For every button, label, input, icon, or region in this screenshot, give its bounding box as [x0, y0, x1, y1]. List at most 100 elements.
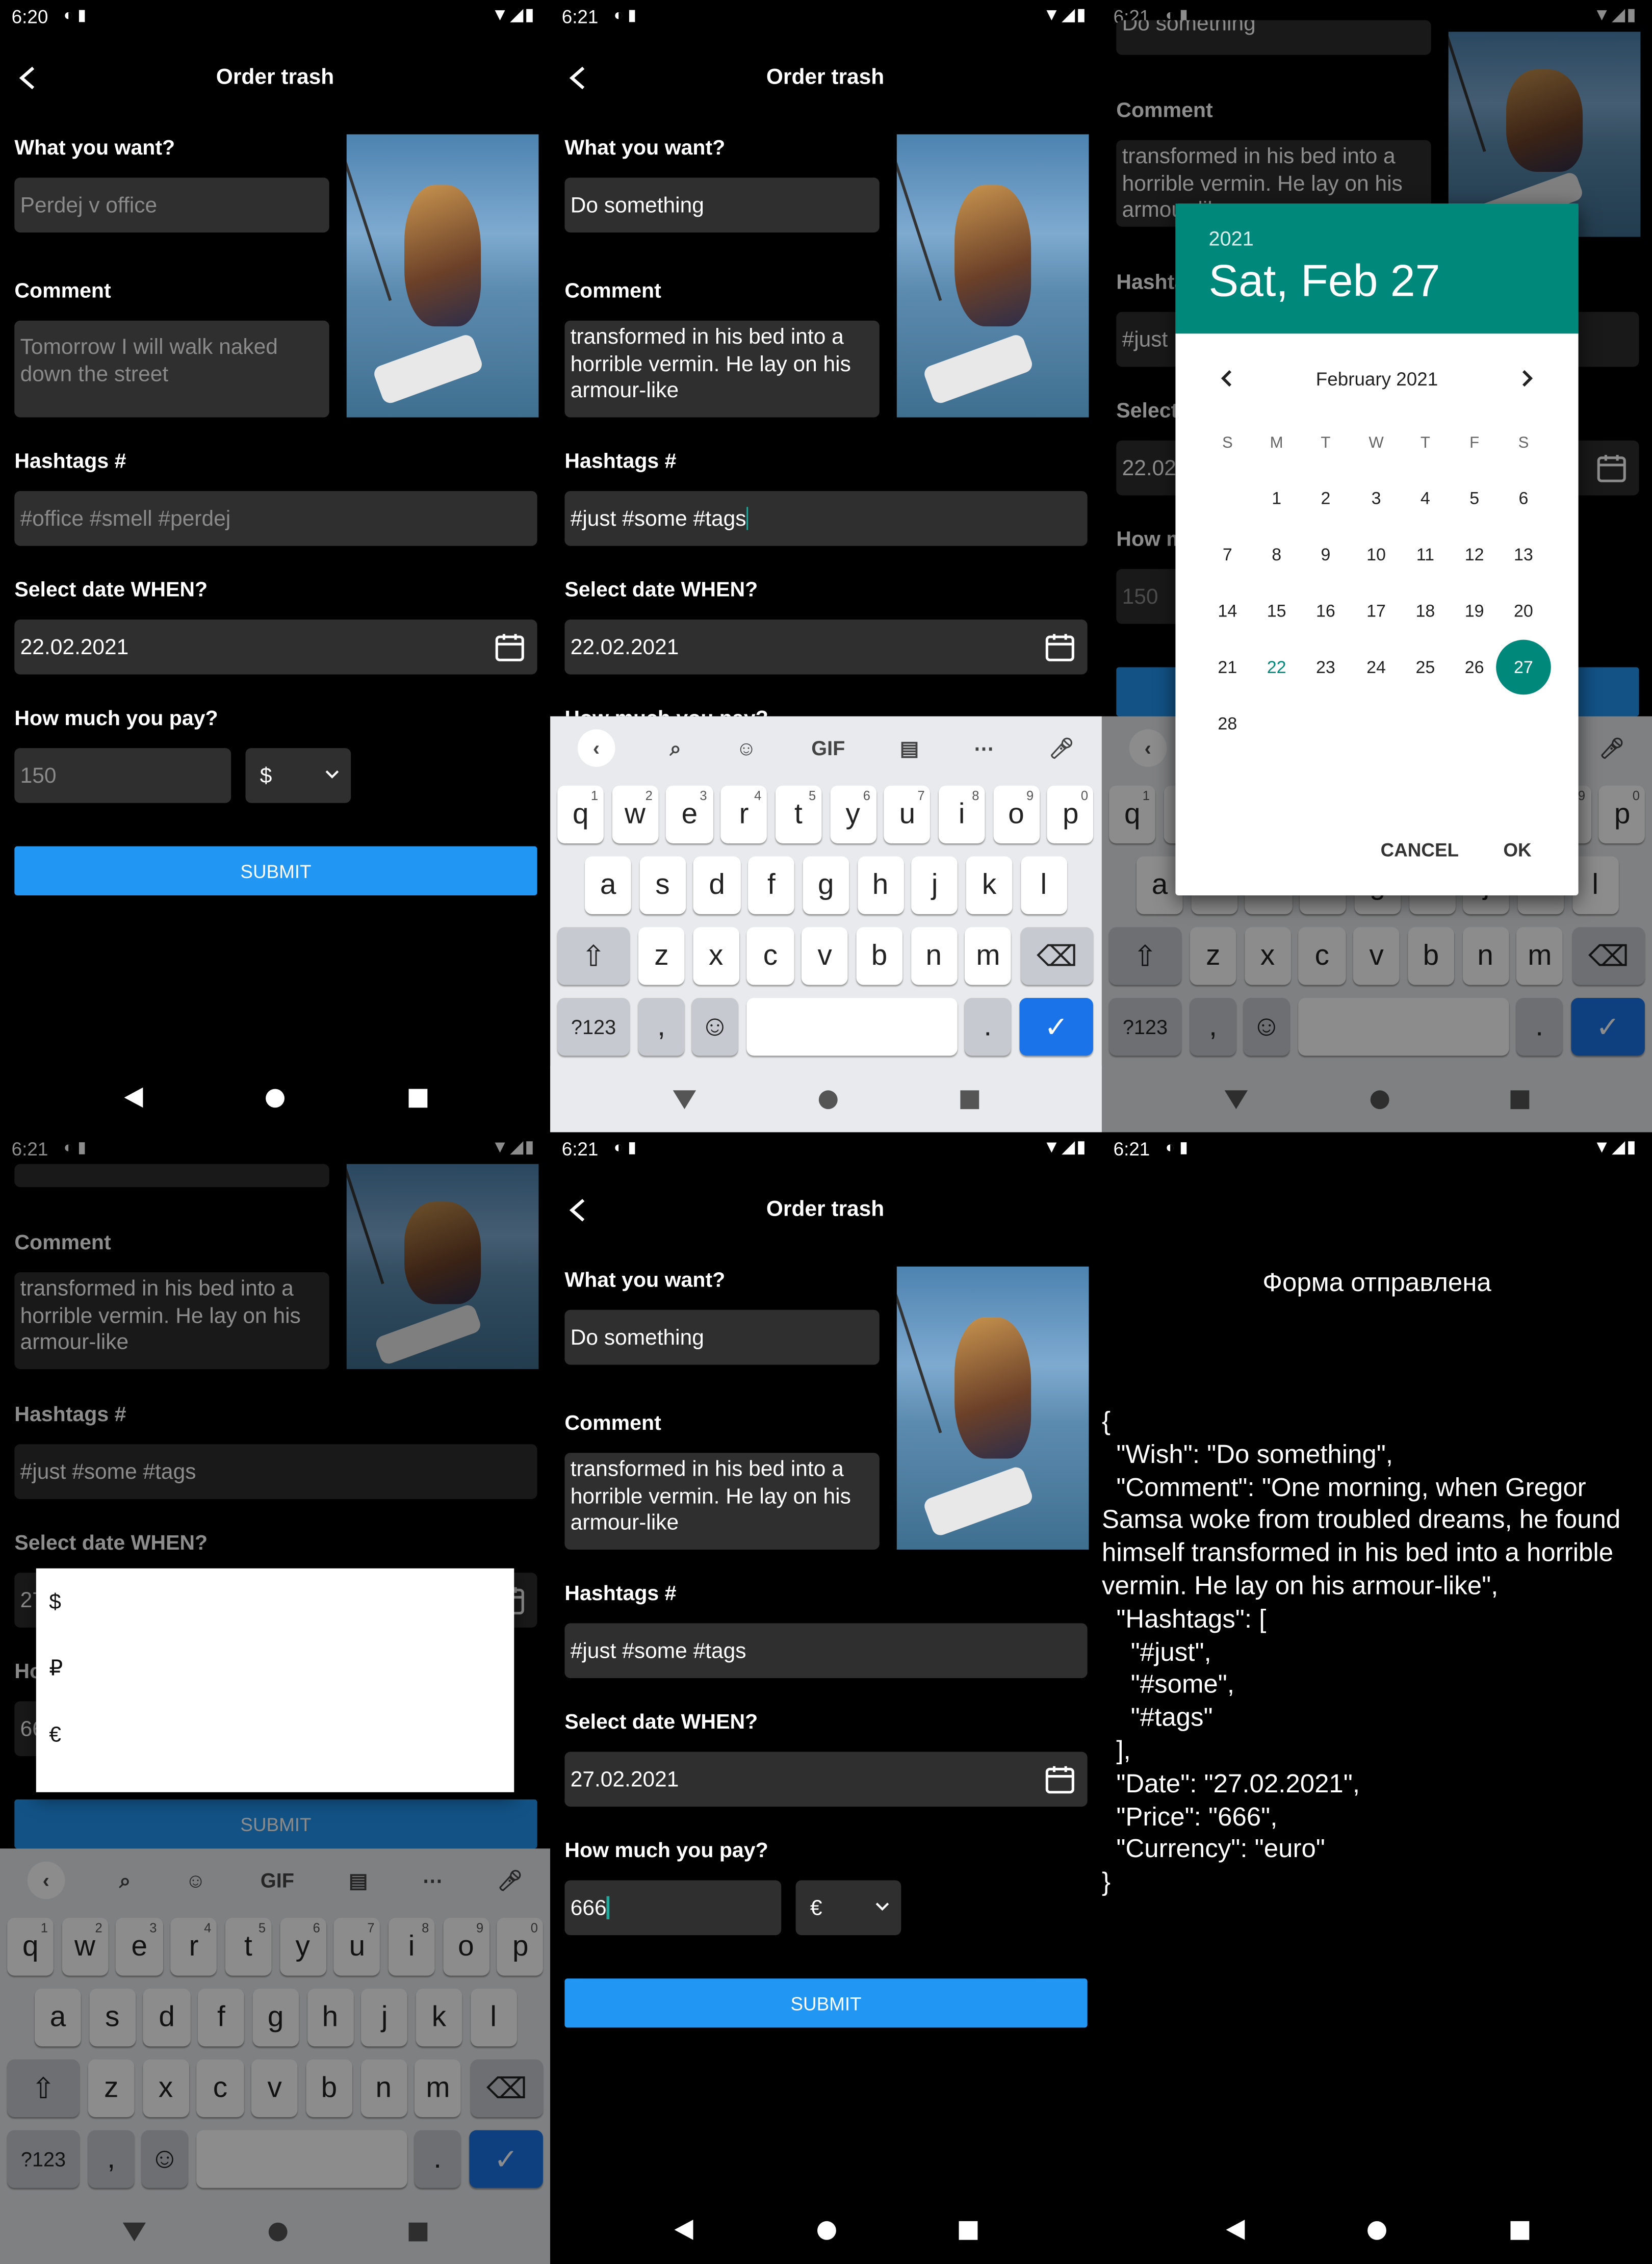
period-key[interactable]: . [964, 998, 1011, 1056]
key-z[interactable]: z [638, 927, 685, 985]
day-cell[interactable]: 7 [1200, 527, 1255, 582]
want-input[interactable]: Do something [564, 177, 880, 233]
key-n[interactable]: n [910, 927, 957, 985]
search-icon[interactable]: ⌕ [670, 736, 681, 760]
submit-button[interactable]: SUBMIT [564, 1978, 1088, 2028]
day-cell[interactable]: 9 [1298, 527, 1353, 582]
key-a[interactable]: a [585, 856, 632, 914]
day-cell[interactable]: 6 [1496, 471, 1551, 526]
day-cell[interactable]: 17 [1349, 583, 1404, 638]
key-u[interactable]: u7 [884, 785, 931, 844]
day-cell[interactable]: 22 [1249, 640, 1304, 695]
nav-back-icon[interactable] [123, 1087, 142, 1108]
currency-select[interactable]: $ [245, 748, 351, 803]
day-cell[interactable]: 5 [1447, 471, 1502, 526]
kitesurf-photo[interactable] [896, 134, 1089, 418]
key-y[interactable]: y6 [830, 785, 876, 844]
key-g[interactable]: g [803, 856, 849, 914]
hashtags-input[interactable]: #just #some #tags [564, 491, 1088, 546]
day-cell[interactable]: 20 [1496, 583, 1551, 638]
gif-button[interactable]: GIF [811, 736, 845, 759]
nav-home-icon[interactable] [816, 2220, 836, 2240]
day-cell[interactable]: 10 [1349, 527, 1404, 582]
day-cell[interactable]: 27 [1496, 639, 1551, 695]
collapse-icon[interactable]: ‹ [577, 729, 615, 767]
next-month-icon[interactable] [1518, 370, 1535, 387]
nav-recents-icon[interactable] [1510, 2220, 1529, 2240]
mic-icon[interactable]: 🎤︎ [1049, 736, 1074, 760]
nav-recents-icon[interactable] [960, 1089, 979, 1109]
nav-home-icon[interactable] [266, 1088, 285, 1107]
day-cell[interactable]: 25 [1398, 640, 1453, 695]
calendar-icon[interactable] [1044, 1763, 1076, 1795]
price-input[interactable]: 666 [564, 1880, 782, 1936]
nav-hide-keyboard-icon[interactable] [673, 1089, 696, 1109]
want-input[interactable]: Do something [564, 1309, 880, 1365]
currency-option-dollar[interactable]: $ [36, 1568, 514, 1635]
key-i[interactable]: i8 [938, 785, 985, 844]
currency-select[interactable]: € [795, 1880, 901, 1936]
emoji-key-icon[interactable]: ☺ [691, 998, 738, 1056]
hashtags-input[interactable]: #office #smell #perdej [14, 491, 537, 546]
nav-home-icon[interactable] [818, 1089, 838, 1109]
key-v[interactable]: v [802, 927, 848, 985]
cancel-button[interactable]: CANCEL [1381, 839, 1459, 861]
day-cell[interactable]: 26 [1447, 640, 1502, 695]
submit-button[interactable]: SUBMIT [14, 846, 537, 895]
key-k[interactable]: k [966, 856, 1013, 914]
key-q[interactable]: q1 [557, 785, 604, 844]
day-cell[interactable]: 19 [1447, 583, 1502, 638]
date-input[interactable]: 22.02.2021 [564, 620, 1088, 675]
shift-key-icon[interactable]: ⇧ [557, 927, 630, 985]
day-cell[interactable]: 24 [1349, 640, 1404, 695]
day-cell[interactable]: 15 [1249, 583, 1304, 638]
space-key[interactable] [746, 998, 958, 1056]
calendar-icon[interactable] [1044, 631, 1076, 663]
nav-recents-icon[interactable] [408, 1088, 427, 1107]
ok-button[interactable]: OK [1503, 839, 1531, 861]
date-input[interactable]: 27.02.2021 [564, 1752, 1088, 1807]
more-icon[interactable]: ⋯ [974, 736, 994, 760]
hashtags-input[interactable]: #just #some #tags [564, 1623, 1088, 1679]
day-cell[interactable]: 13 [1496, 527, 1551, 582]
price-input[interactable]: 150 [14, 748, 231, 803]
day-cell[interactable]: 21 [1200, 640, 1255, 695]
day-cell[interactable]: 16 [1298, 583, 1353, 638]
day-cell[interactable]: 11 [1398, 527, 1453, 582]
day-cell[interactable]: 23 [1298, 640, 1353, 695]
key-d[interactable]: d [693, 856, 740, 914]
key-e[interactable]: e3 [666, 785, 713, 844]
symbols-key[interactable]: ?123 [557, 998, 630, 1056]
nav-recents-icon[interactable] [959, 2220, 978, 2240]
key-c[interactable]: c [747, 927, 794, 985]
kitesurf-photo[interactable] [896, 1266, 1089, 1550]
day-cell[interactable]: 4 [1398, 471, 1453, 526]
kitesurf-photo[interactable] [346, 134, 539, 418]
backspace-key-icon[interactable]: ⌫ [1021, 927, 1093, 985]
day-cell[interactable]: 2 [1298, 471, 1353, 526]
key-f[interactable]: f [748, 856, 795, 914]
enter-check-icon[interactable]: ✓ [1019, 998, 1093, 1056]
comment-input[interactable]: transformed in his bed into a horrible v… [564, 1453, 880, 1550]
nav-back-icon[interactable] [674, 2220, 693, 2240]
date-input[interactable]: 22.02.2021 [14, 620, 537, 675]
comma-key[interactable]: , [638, 998, 685, 1056]
calendar-icon[interactable] [494, 631, 526, 663]
key-b[interactable]: b [856, 927, 903, 985]
day-cell[interactable]: 14 [1200, 583, 1255, 638]
key-x[interactable]: x [692, 927, 739, 985]
day-cell[interactable]: 1 [1249, 471, 1304, 526]
nav-home-icon[interactable] [1367, 2220, 1386, 2240]
key-l[interactable]: l [1020, 856, 1067, 914]
key-m[interactable]: m [965, 927, 1012, 985]
key-p[interactable]: p0 [1047, 785, 1094, 844]
nav-back-icon[interactable] [1225, 2220, 1244, 2240]
key-s[interactable]: s [639, 856, 686, 914]
day-cell[interactable]: 18 [1398, 583, 1453, 638]
comment-input[interactable]: Tomorrow I will walk naked down the stre… [14, 320, 329, 418]
key-r[interactable]: r4 [720, 785, 767, 844]
currency-option-euro[interactable]: € [36, 1701, 514, 1767]
key-j[interactable]: j [911, 856, 958, 914]
day-cell[interactable]: 8 [1249, 527, 1304, 582]
key-h[interactable]: h [857, 856, 904, 914]
